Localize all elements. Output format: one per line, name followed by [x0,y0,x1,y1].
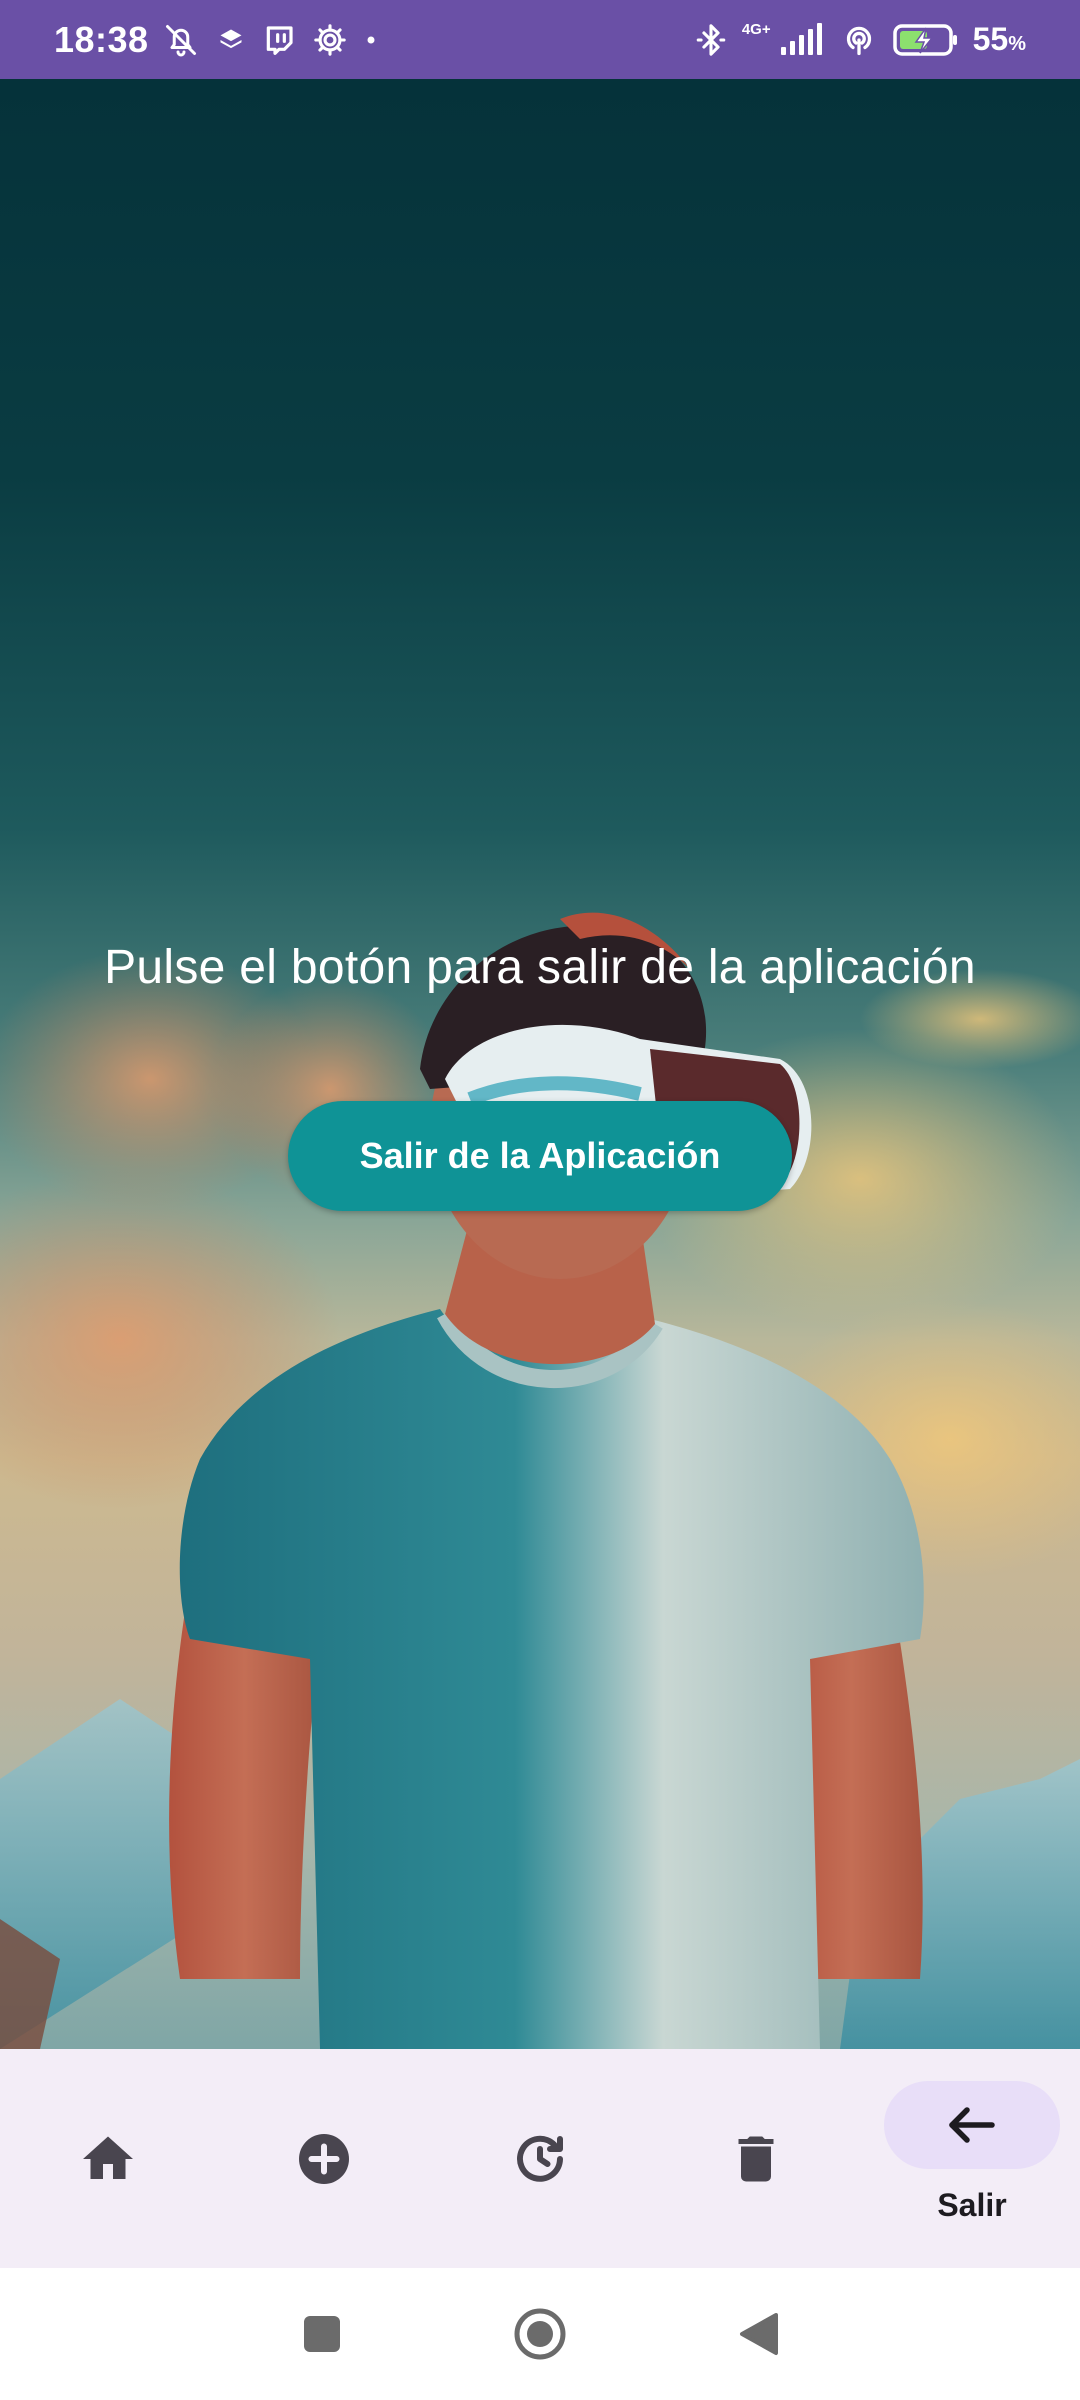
settings-gear-icon [313,23,347,57]
bottom-navigation: Salir [0,2049,1080,2268]
trash-icon [726,2129,786,2189]
status-icons-right: 4G+ 55% [694,21,1026,59]
signal-icon [777,22,825,57]
nav-item-delete[interactable] [648,2049,864,2268]
home-button[interactable] [505,2299,575,2369]
nav-active-indicator [884,2081,1060,2169]
status-icons-left [163,22,377,58]
recents-icon [304,2316,340,2352]
add-circle-icon [294,2129,354,2189]
battery-charging-icon [892,23,959,57]
nav-item-home[interactable] [0,2049,216,2268]
arrow-back-icon [942,2095,1002,2155]
back-triangle-icon [740,2313,778,2355]
bell-off-icon [163,22,199,58]
nav-label-exit: Salir [937,2187,1007,2223]
twitch-icon [263,23,295,57]
exit-app-button[interactable]: Salir de la Aplicación [288,1101,792,1211]
network-type: 4G+ [741,21,771,38]
nav-item-exit[interactable]: Salir [864,2049,1080,2268]
recents-button[interactable] [287,2299,357,2369]
history-icon [510,2129,570,2189]
screen: 18:38 4G+ 55% Pulse el botón para salir … [0,0,1080,2400]
nav-item-add[interactable] [216,2049,432,2268]
background-image [0,79,1080,2049]
back-button[interactable] [723,2299,793,2369]
home-circle-icon [514,2308,566,2360]
layers-icon [217,26,245,54]
nav-item-history[interactable] [432,2049,648,2268]
bluetooth-icon [694,21,728,59]
vr-person-illustration [0,912,1080,2049]
hotspot-icon [839,22,879,58]
battery-percent: 55% [972,21,1026,57]
status-bar: 18:38 4G+ 55% [0,0,1080,79]
exit-prompt-text: Pulse el botón para salir de la aplicaci… [104,941,976,994]
dot-icon [365,34,377,46]
system-navigation-bar [0,2268,1080,2400]
status-time: 18:38 [54,18,149,60]
home-icon [78,2129,138,2189]
